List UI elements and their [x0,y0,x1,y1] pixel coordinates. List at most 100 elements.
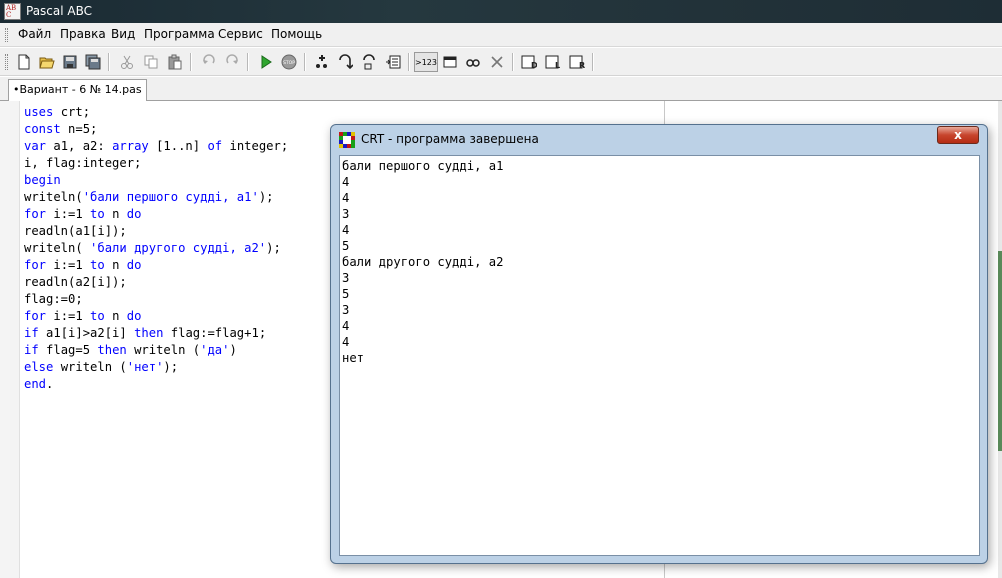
copy-button[interactable] [141,52,161,72]
crt-window: CRT - программа завершена x бали першого… [330,124,988,564]
menu-file[interactable]: Файл [18,27,51,41]
crt-output-line: 5 [342,287,350,301]
stop-icon: STOP [281,54,297,70]
code-line: uses crt; [24,104,288,121]
save-all-button[interactable] [83,52,103,72]
window-icon [443,56,457,68]
code-keyword: then [134,326,164,340]
scrollbar-thumb[interactable] [998,251,1002,451]
new-file-button[interactable] [14,52,34,72]
code-line: writeln('бали першого судді, a1'); [24,189,288,206]
crt-output-line: 4 [342,175,350,189]
tool-l-button[interactable]: L [543,52,563,72]
window-button[interactable] [440,52,460,72]
code-text: flag:=flag+1; [163,326,267,340]
app-icon-letters-bottom: C [6,11,12,19]
run-to-cursor-button[interactable] [383,52,403,72]
code-line: for i:=1 to n do [24,257,288,274]
code-keyword: of [207,139,223,153]
run-button[interactable] [256,52,276,72]
crt-output-line: 5 [342,239,350,253]
code-keyword: for [24,207,47,221]
crt-close-button[interactable]: x [937,126,979,144]
menu-grip [5,28,8,42]
menu-edit[interactable]: Правка [60,27,106,41]
code-text: [1..n] [148,139,208,153]
step-out-button[interactable] [359,52,379,72]
tool-d-button[interactable]: D [519,52,539,72]
code-line: end. [24,376,288,393]
clear-button[interactable] [487,52,507,72]
editor-scrollbar[interactable] [998,101,1002,578]
code-keyword: array [112,139,149,153]
watch-icon [466,59,480,67]
code-line: begin [24,172,288,189]
code-line: writeln( 'бали другого судді, a2'); [24,240,288,257]
redo-button[interactable] [222,52,242,72]
cut-button[interactable] [117,52,137,72]
watch-button[interactable] [463,52,483,72]
open-button[interactable] [37,52,57,72]
toolbar-separator [408,53,410,71]
redo-icon [226,54,238,64]
step-over-button[interactable] [335,52,355,72]
menu-service[interactable]: Сервис [218,27,263,41]
crt-output-line: 3 [342,271,350,285]
code-text: readln(a2[i]); [24,275,127,289]
paste-icon [168,54,182,70]
tab-file[interactable]: •Вариант - 6 № 14.pas [8,79,147,101]
code-line: if a1[i]>a2[i] then flag:=flag+1; [24,325,288,342]
stop-button[interactable]: STOP [279,52,299,72]
code-line: const n=5; [24,121,288,138]
code-text: a1[i]>a2[i] [38,326,135,340]
toolbar: STOP >123 D L R [0,48,1002,76]
close-icon: x [954,128,962,142]
source-code[interactable]: uses crt; const n=5; var a1, a2: array [1.… [24,104,288,393]
tool-r-label: R [579,61,585,70]
code-keyword: for [24,309,47,323]
code-text: writeln ( [53,360,127,374]
save-icon [63,55,77,69]
code-keyword: var [24,139,47,153]
code-text: i:=1 [46,309,91,323]
copy-icon [144,55,158,69]
crt-output: бали першого судді, a1 4 4 3 4 5 бали другого … [342,158,503,366]
crt-output-line: 4 [342,335,350,349]
menu-view[interactable]: Вид [111,27,135,41]
code-line: var a1, a2: array [1..n] of integer; [24,138,288,155]
code-string: 'да' [200,343,230,357]
tool-r-icon: R [569,55,585,70]
crt-output-line: 4 [342,191,350,205]
run-icon [261,55,272,69]
toolbar-separator [592,53,594,71]
crt-output-line: 4 [342,223,350,237]
code-keyword: end [24,377,47,391]
menu-program[interactable]: Программа [144,27,215,41]
menu-help[interactable]: Помощь [271,27,322,41]
step-out-icon [363,54,375,70]
editor-gutter [0,101,20,578]
tool-d-label: D [531,61,537,70]
code-text: i, flag:integer; [24,156,142,170]
code-string: 'бали другого судді, a2' [90,241,267,255]
code-line: flag:=0; [24,291,288,308]
code-text: integer; [222,139,289,153]
cut-icon [121,55,133,69]
menu-bar: Файл Правка Вид Программа Сервис Помощь [0,23,1002,47]
code-text: a1, a2: [46,139,113,153]
code-keyword: else [24,360,54,374]
undo-button[interactable] [199,52,219,72]
toolbar-separator [190,53,192,71]
paste-button[interactable] [165,52,185,72]
toolbar-grip [5,54,8,70]
code-text: n [104,207,127,221]
output-format-button[interactable]: >123 [414,52,438,72]
pascal-abc-app-icon: AB C [4,3,21,20]
new-file-icon [18,54,30,70]
save-button[interactable] [60,52,80,72]
code-text: n=5; [60,122,98,136]
step-into-button[interactable] [312,52,332,72]
code-keyword: for [24,258,47,272]
code-text: ) [229,343,237,357]
tool-r-button[interactable]: R [567,52,587,72]
